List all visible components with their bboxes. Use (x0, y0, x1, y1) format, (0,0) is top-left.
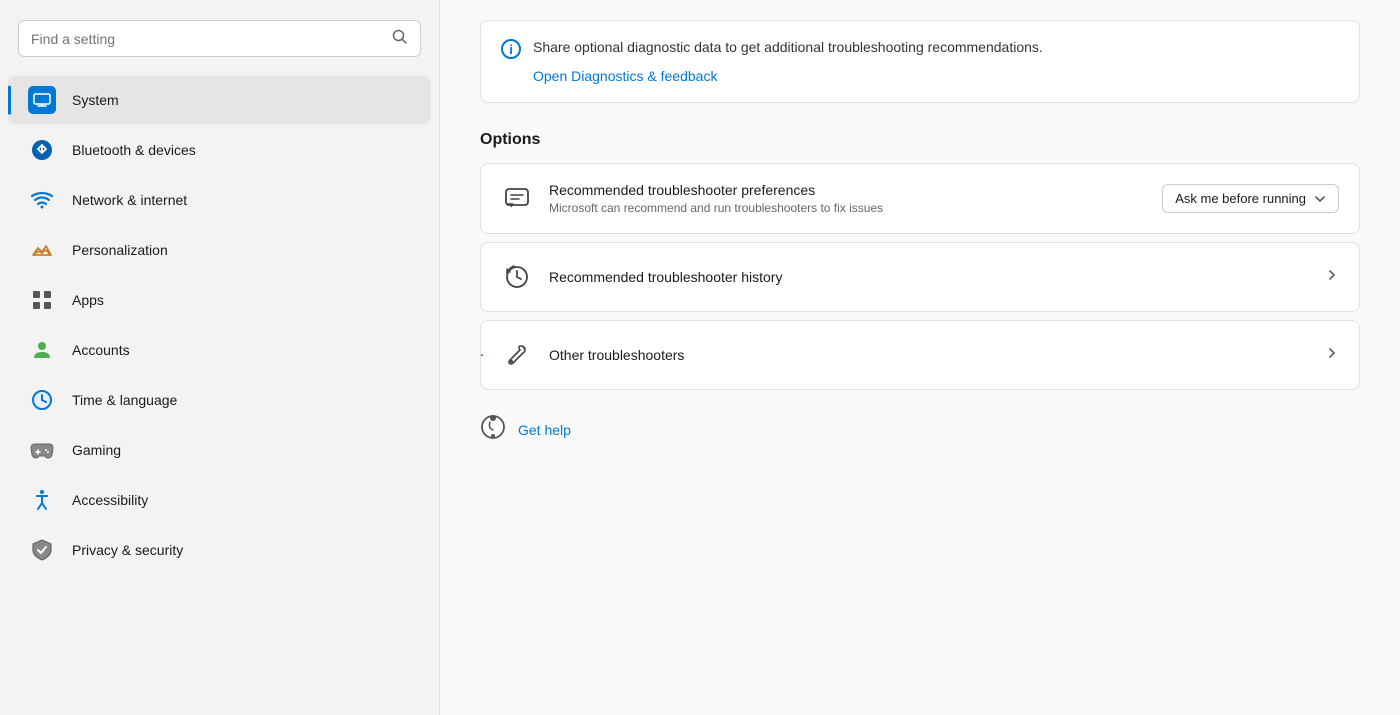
other-troubleshooters-title: Other troubleshooters (549, 347, 1309, 363)
sidebar-item-label-accessibility: Accessibility (72, 492, 148, 508)
other-troubleshooters-chevron (1325, 346, 1339, 365)
open-diagnostics-link[interactable]: Open Diagnostics & feedback (533, 68, 717, 84)
sidebar-item-network[interactable]: Network & internet (8, 176, 431, 224)
recommended-history-chevron (1325, 268, 1339, 287)
privacy-icon (28, 536, 56, 564)
sidebar-item-time[interactable]: Time & language (8, 376, 431, 424)
sidebar-item-label-time: Time & language (72, 392, 177, 408)
main-content-area: i Share optional diagnostic data to get … (440, 0, 1400, 715)
get-help-link[interactable]: Get help (518, 422, 571, 438)
recommended-history-text: Recommended troubleshooter history (549, 269, 1309, 285)
sidebar-item-gaming[interactable]: Gaming (8, 426, 431, 474)
personalization-icon (28, 236, 56, 264)
diagnostic-description: Share optional diagnostic data to get ad… (533, 37, 1339, 58)
sidebar-item-system[interactable]: System (8, 76, 431, 124)
sidebar-item-accessibility[interactable]: Accessibility (8, 476, 431, 524)
sidebar-item-label-network: Network & internet (72, 192, 187, 208)
time-icon (28, 386, 56, 414)
other-troubleshooters-card: Other troubleshooters (480, 320, 1360, 390)
dropdown-label: Ask me before running (1175, 191, 1306, 206)
apps-icon (28, 286, 56, 314)
system-icon (28, 86, 56, 114)
options-section-title: Options (480, 131, 1360, 149)
sidebar-item-label-bluetooth: Bluetooth & devices (72, 142, 196, 158)
bluetooth-icon (28, 136, 56, 164)
history-icon (501, 261, 533, 293)
sidebar-item-accounts[interactable]: Accounts (8, 326, 431, 374)
diagnostic-info-box: i Share optional diagnostic data to get … (480, 20, 1360, 103)
gaming-icon (28, 436, 56, 464)
recommended-history-card: Recommended troubleshooter history (480, 242, 1360, 312)
sidebar-item-label-system: System (72, 92, 119, 108)
svg-text:i: i (509, 42, 513, 57)
recommended-history-row[interactable]: Recommended troubleshooter history (481, 243, 1359, 311)
sidebar: System Bluetooth & devices Network & int… (0, 0, 440, 715)
network-icon (28, 186, 56, 214)
get-help-icon (480, 414, 506, 446)
other-troubleshooters-text: Other troubleshooters (549, 347, 1309, 363)
recommended-prefs-title: Recommended troubleshooter preferences (549, 182, 1146, 198)
info-icon: i (501, 39, 521, 64)
recommended-prefs-desc: Microsoft can recommend and run troubles… (549, 201, 1146, 215)
search-icon (392, 29, 408, 48)
get-help-row[interactable]: Get help (480, 398, 1360, 462)
sidebar-item-label-gaming: Gaming (72, 442, 121, 458)
search-input[interactable] (31, 31, 384, 47)
sidebar-item-personalization[interactable]: Personalization (8, 226, 431, 274)
accessibility-icon (28, 486, 56, 514)
wrench-icon (501, 339, 533, 371)
accounts-icon (28, 336, 56, 364)
sidebar-item-bluetooth[interactable]: Bluetooth & devices (8, 126, 431, 174)
chevron-right-icon-2 (1325, 346, 1339, 365)
recommended-history-title: Recommended troubleshooter history (549, 269, 1309, 285)
chevron-right-icon (1325, 268, 1339, 287)
recommended-prefs-card: Recommended troubleshooter preferences M… (480, 163, 1360, 234)
sidebar-item-apps[interactable]: Apps (8, 276, 431, 324)
troubleshooter-dropdown[interactable]: Ask me before running (1162, 184, 1339, 213)
recommended-prefs-row[interactable]: Recommended troubleshooter preferences M… (481, 164, 1359, 233)
sidebar-item-privacy[interactable]: Privacy & security (8, 526, 431, 574)
sidebar-item-label-personalization: Personalization (72, 242, 168, 258)
sidebar-item-label-apps: Apps (72, 292, 104, 308)
recommended-prefs-control[interactable]: Ask me before running (1162, 184, 1339, 213)
other-troubleshooters-row[interactable]: Other troubleshooters (481, 321, 1359, 389)
sidebar-item-label-accounts: Accounts (72, 342, 130, 358)
recommended-prefs-text: Recommended troubleshooter preferences M… (549, 182, 1146, 215)
search-box[interactable] (18, 20, 421, 57)
info-text-block: Share optional diagnostic data to get ad… (533, 37, 1339, 86)
sidebar-item-label-privacy: Privacy & security (72, 542, 183, 558)
chat-icon (501, 183, 533, 215)
